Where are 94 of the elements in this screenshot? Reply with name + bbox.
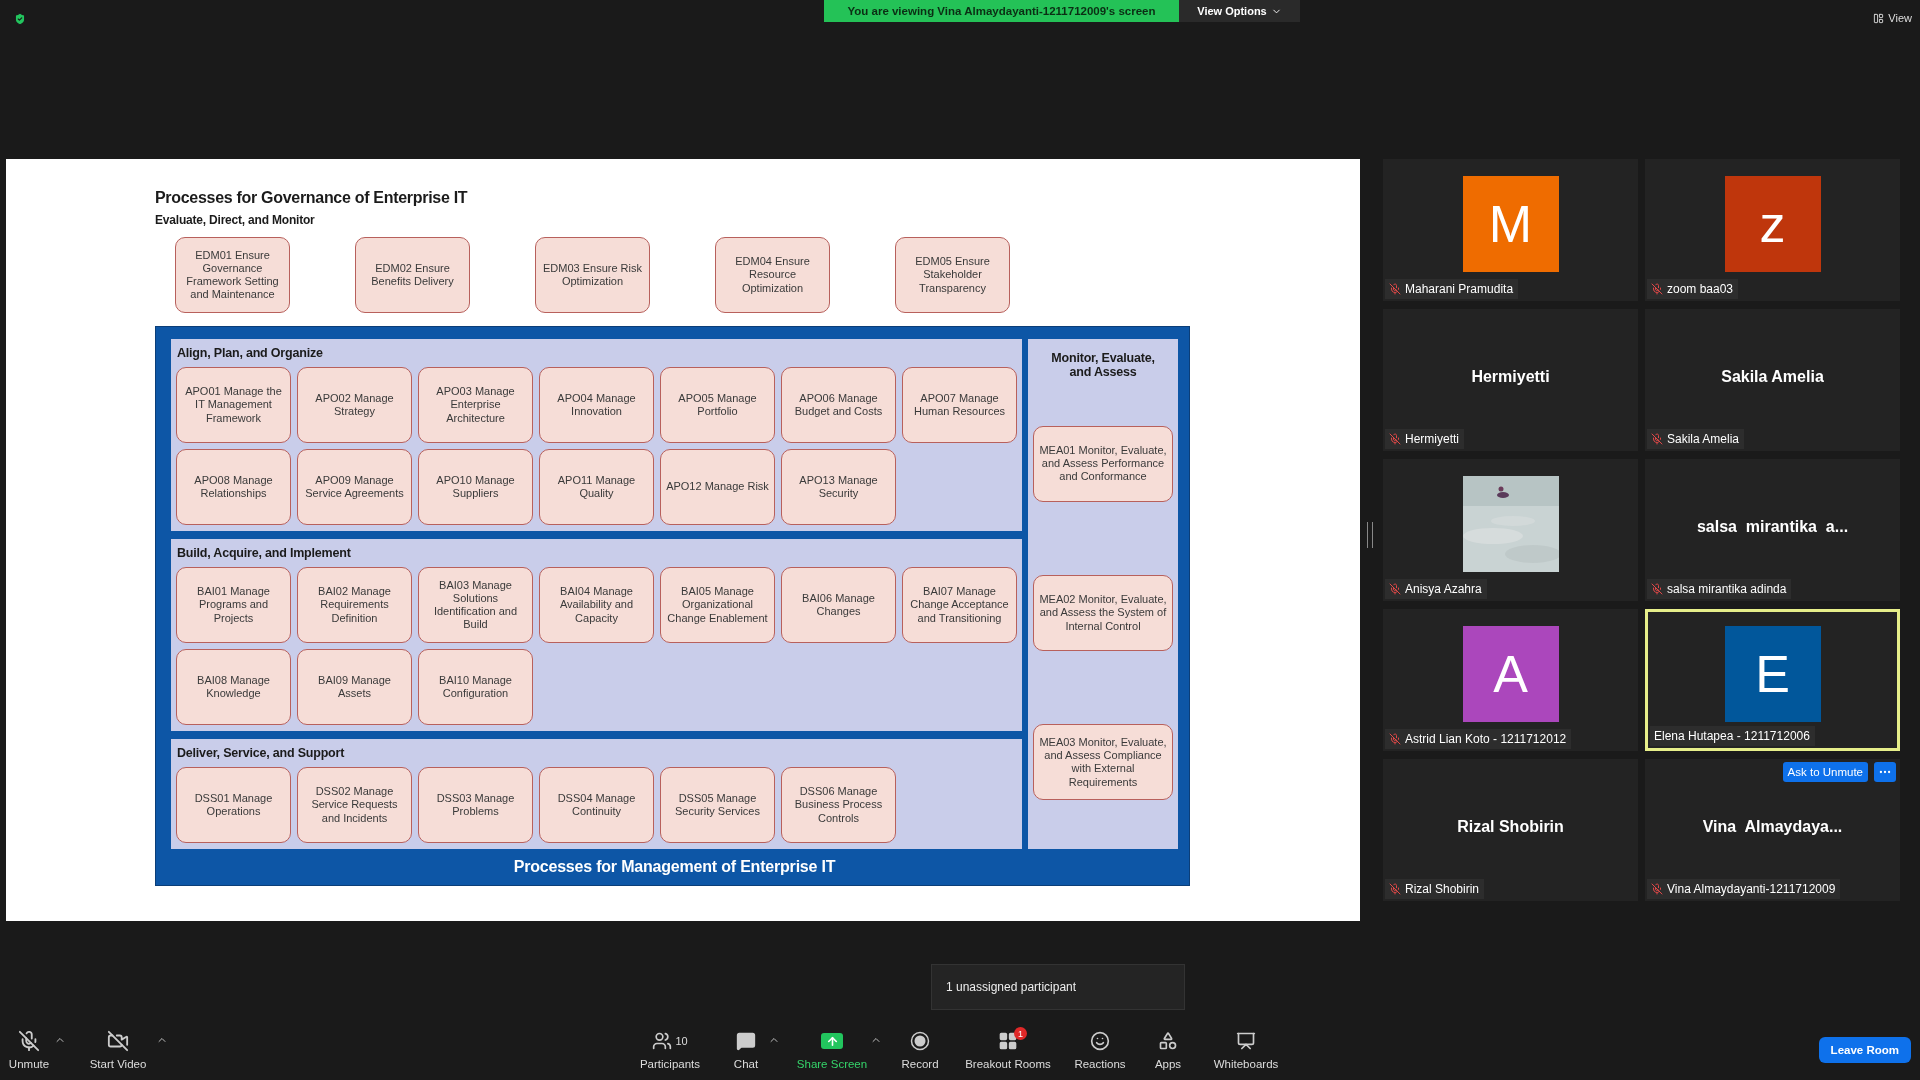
- process-box: DSS02 Manage Service Requests and Incidents: [297, 767, 412, 843]
- count-badge: 1: [1014, 1027, 1027, 1040]
- participant-display-name: Sakila Amelia: [1721, 368, 1824, 386]
- video-off-icon: [107, 1030, 129, 1052]
- process-box: BAI04 Manage Availability and Capacity: [539, 567, 654, 643]
- chat-icon: [736, 1031, 756, 1051]
- process-box: DSS01 Manage Operations: [176, 767, 291, 843]
- video-button[interactable]: Start Video: [76, 1030, 160, 1070]
- record-button[interactable]: Record: [892, 1030, 948, 1070]
- domain-heading: Monitor, Evaluate, and Assess: [1050, 351, 1156, 379]
- tooltip: 1 unassigned participant: [931, 964, 1185, 1010]
- apps-button[interactable]: Apps: [1142, 1030, 1194, 1070]
- process-box: APO04 Manage Innovation: [539, 367, 654, 443]
- participant-display-name: Hermiyetti: [1471, 368, 1550, 386]
- participants-button[interactable]: 10 Participants: [630, 1030, 710, 1070]
- process-box: EDM02 Ensure Benefits Delivery: [355, 237, 470, 313]
- participant-name: Sakila Amelia: [1667, 432, 1740, 446]
- whiteboard-button[interactable]: Whiteboards: [1204, 1030, 1288, 1070]
- mic-button[interactable]: Unmute: [0, 1030, 58, 1070]
- process-box: APO11 Manage Quality: [539, 449, 654, 525]
- view-button[interactable]: View: [1873, 12, 1912, 24]
- process-box: APO05 Manage Portfolio: [660, 367, 775, 443]
- avatar: E: [1724, 626, 1821, 722]
- people-icon: [652, 1031, 673, 1051]
- participant-name: Hermiyetti: [1405, 432, 1459, 446]
- process-box: BAI01 Manage Programs and Projects: [176, 567, 291, 643]
- record-icon: [910, 1031, 930, 1051]
- section-heading: Evaluate, Direct, and Monitor: [155, 213, 316, 227]
- participant-name: salsa mirantika adinda: [1667, 582, 1787, 596]
- process-box: EDM04 Ensure Resource Optimization: [715, 237, 830, 313]
- process-box: APO09 Manage Service Agreements: [297, 449, 412, 525]
- process-box: APO12 Manage Risk: [660, 449, 775, 525]
- process-box: MEA01 Monitor, Evaluate, and Assess Performance and Conformance: [1033, 425, 1173, 502]
- reactions-button[interactable]: Reactions: [1068, 1030, 1132, 1070]
- layout-icon: [1873, 12, 1885, 24]
- domain-heading: Align, Plan, and Organize: [177, 346, 324, 360]
- more-button[interactable]: [1874, 762, 1896, 782]
- frame-caption: Processes for Management of Enterprise IT: [513, 858, 836, 876]
- process-box: APO13 Manage Security: [781, 449, 896, 525]
- ask-to-unmute-button[interactable]: Ask to Unmute: [1782, 762, 1868, 782]
- participant-name: zoom baa03: [1667, 282, 1734, 296]
- process-box: APO01 Manage the IT Management Framework: [176, 367, 291, 443]
- process-box: APO07 Manage Human Resources: [902, 367, 1017, 443]
- process-box: APO06 Manage Budget and Costs: [781, 367, 896, 443]
- process-box: APO10 Manage Suppliers: [418, 449, 533, 525]
- muted-mic-icon: [18, 1030, 40, 1052]
- slide-title: Processes for Governance of Enterprise IT: [155, 189, 469, 207]
- process-box: DSS05 Manage Security Services: [660, 767, 775, 843]
- leave-room-button[interactable]: Leave Room: [1818, 1037, 1911, 1063]
- process-box: BAI07 Manage Change Acceptance and Transitioning: [902, 567, 1017, 643]
- process-box: EDM05 Ensure Stakeholder Transparency: [895, 237, 1010, 313]
- viewing-banner: You are viewing Vina Almaydayanti-1211712009's screen: [824, 0, 1179, 22]
- participant-name: Anisya Azahra: [1405, 582, 1482, 596]
- process-box: BAI06 Manage Changes: [781, 567, 896, 643]
- process-box: APO08 Manage Relationships: [176, 449, 291, 525]
- apps-icon: [1158, 1031, 1178, 1051]
- process-box: BAI09 Manage Assets: [297, 649, 412, 725]
- process-box: APO03 Manage Enterprise Architecture: [418, 367, 533, 443]
- participant-name: Rizal Shobirin: [1405, 882, 1480, 896]
- participant-name: Vina Almaydayanti-1211712009: [1667, 882, 1836, 896]
- avatar: A: [1462, 626, 1559, 722]
- participant-name: Elena Hutapea - 1211712006: [1654, 729, 1810, 743]
- whiteboard-icon: [1236, 1031, 1256, 1051]
- process-box: BAI05 Manage Organizational Change Enablement: [660, 567, 775, 643]
- resize-handle[interactable]: [1367, 522, 1373, 548]
- process-box: DSS06 Manage Business Process Controls: [781, 767, 896, 843]
- avatar: z: [1724, 176, 1821, 272]
- process-box: BAI02 Manage Requirements Definition: [297, 567, 412, 643]
- smiley-icon: [1090, 1031, 1110, 1051]
- share-button[interactable]: Share Screen: [790, 1030, 874, 1070]
- participant-count: 10: [675, 1035, 688, 1047]
- process-box: DSS03 Manage Problems: [418, 767, 533, 843]
- grid-icon: [998, 1031, 1018, 1051]
- process-box: EDM03 Ensure Risk Optimization: [535, 237, 650, 313]
- domain-heading: Build, Acquire, and Implement: [177, 546, 352, 560]
- process-box: DSS04 Manage Continuity: [539, 767, 654, 843]
- chat-button[interactable]: Chat: [720, 1030, 772, 1070]
- participant-display-name: Vina Almaydaya...: [1702, 818, 1843, 836]
- process-box: MEA02 Monitor, Evaluate, and Assess the System of Internal Control: [1033, 575, 1173, 651]
- domain-heading: Deliver, Service, and Support: [177, 746, 346, 760]
- process-box: MEA03 Monitor, Evaluate, and Assess Compliance with External Requirements: [1033, 724, 1173, 801]
- process-box: BAI08 Manage Knowledge: [176, 649, 291, 725]
- process-box: BAI10 Manage Configuration: [418, 649, 533, 725]
- process-box: EDM01 Ensure Governance Framework Setting and Maintenance: [175, 237, 290, 313]
- view-options-button[interactable]: View Options: [1179, 0, 1300, 22]
- process-box: APO02 Manage Strategy: [297, 367, 412, 443]
- participant-name: Maharani Pramudita: [1405, 282, 1514, 296]
- process-box: BAI03 Manage Solutions Identification and Build: [418, 567, 533, 643]
- participant-name: Astrid Lian Koto - 1211712012: [1405, 732, 1567, 746]
- participant-display-name: salsa mirantika a...: [1696, 518, 1849, 536]
- shield-icon[interactable]: [13, 12, 27, 26]
- breakout-button[interactable]: 1 Breakout Rooms: [958, 1030, 1058, 1070]
- avatar: M: [1462, 176, 1559, 272]
- participant-display-name: Rizal Shobirin: [1457, 818, 1564, 836]
